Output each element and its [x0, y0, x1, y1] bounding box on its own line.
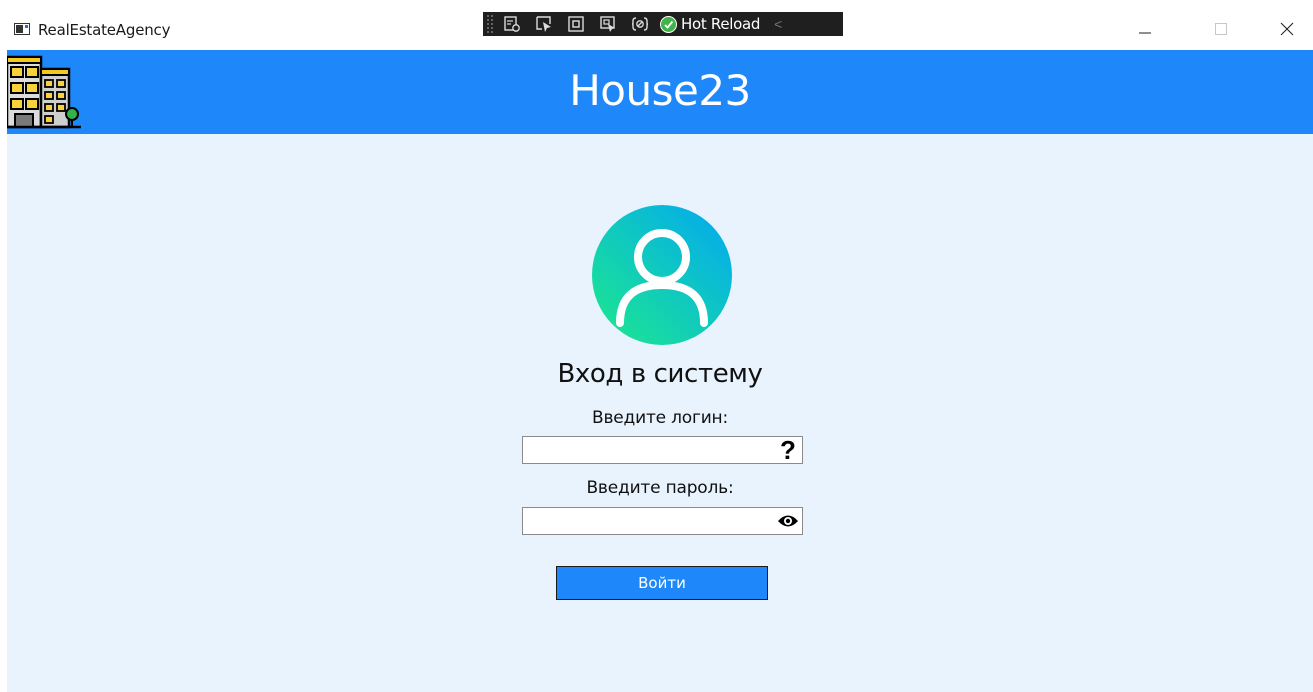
check-circle-icon	[660, 15, 677, 33]
toolbar-grip[interactable]	[486, 14, 494, 34]
close-button[interactable]	[1264, 12, 1310, 46]
collapse-toolbar-icon[interactable]: <	[774, 16, 782, 32]
login-field-wrapper: ?	[522, 436, 803, 464]
app-window: RealEstateAgency Hot Reload < House23 Вх…	[0, 0, 1313, 692]
login-title: Вход в систему	[557, 359, 763, 389]
help-glyph: ?	[780, 435, 796, 465]
help-icon[interactable]: ?	[777, 435, 799, 465]
display-layout-adorners-icon[interactable]	[562, 13, 590, 35]
xaml-debug-toolbar: Hot Reload <	[483, 12, 843, 36]
password-field-wrapper	[522, 507, 803, 535]
eye-icon[interactable]	[777, 510, 799, 532]
user-avatar-icon	[592, 205, 732, 345]
hot-reload-button[interactable]: Hot Reload	[660, 13, 760, 35]
window-title: RealEstateAgency	[38, 21, 171, 39]
binding-failures-icon[interactable]	[626, 13, 654, 35]
password-input[interactable]	[523, 508, 802, 534]
login-submit-button[interactable]: Войти	[556, 566, 768, 600]
minimize-button[interactable]	[1122, 12, 1168, 46]
minimize-icon	[1139, 32, 1151, 34]
close-icon	[1280, 22, 1294, 36]
title-bar: RealEstateAgency Hot Reload <	[0, 0, 1313, 50]
app-window-icon	[14, 23, 30, 35]
brand-title: House23	[569, 66, 751, 115]
live-visual-tree-icon[interactable]	[498, 13, 526, 35]
hot-reload-label: Hot Reload	[681, 15, 761, 33]
maximize-button[interactable]	[1198, 12, 1244, 46]
app-header: House23	[7, 50, 1313, 134]
maximize-icon	[1215, 23, 1227, 35]
select-element-icon[interactable]	[530, 13, 558, 35]
password-label: Введите пароль:	[586, 478, 734, 498]
login-input[interactable]	[523, 437, 802, 463]
track-focused-element-icon[interactable]	[594, 13, 622, 35]
login-label: Введите логин:	[592, 408, 728, 428]
login-panel: Вход в систему Введите логин: ? Введите …	[7, 134, 1313, 692]
